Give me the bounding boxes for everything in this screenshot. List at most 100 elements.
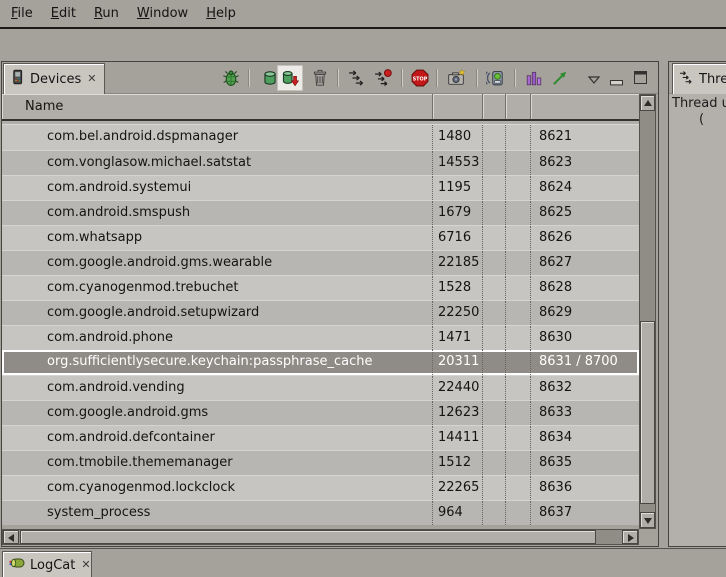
toolbar-separator xyxy=(401,69,402,87)
column-divider[interactable] xyxy=(482,94,483,119)
table-row[interactable]: com.cyanogenmod.lockclock 22265 8636 xyxy=(2,475,639,500)
tab-devices[interactable]: Devices ✕ xyxy=(3,63,105,94)
table-row[interactable]: com.android.phone 1471 8630 xyxy=(2,325,639,350)
table-row[interactable]: com.tmobile.thememanager 1512 8635 xyxy=(2,450,639,475)
process-status-cell xyxy=(505,176,530,200)
devices-panel: Devices ✕ xyxy=(1,61,659,547)
tab-devices-label: Devices xyxy=(30,72,81,87)
process-port: 8630 xyxy=(530,326,639,350)
tab-logcat-close-icon[interactable]: ✕ xyxy=(81,559,90,571)
tab-logcat[interactable]: LogCat ✕ xyxy=(2,551,92,577)
start-method-profiling-icon[interactable] xyxy=(374,69,392,87)
table-row[interactable]: com.android.vending 22440 8632 xyxy=(2,375,639,400)
process-status-cell xyxy=(482,401,505,425)
menu-bar: FileEditRunWindowHelp xyxy=(0,0,726,27)
scroll-left-button[interactable] xyxy=(3,530,19,544)
table-row[interactable]: com.android.defcontainer 14411 8634 xyxy=(2,425,639,450)
column-divider[interactable] xyxy=(432,94,433,119)
process-port: 8621 xyxy=(530,125,639,150)
stop-process-icon[interactable]: STOP xyxy=(411,69,429,87)
process-pid: 1512 xyxy=(432,451,482,475)
column-divider[interactable] xyxy=(530,94,531,119)
menu-item-file[interactable]: File xyxy=(2,0,42,27)
minimize-icon[interactable] xyxy=(610,75,623,90)
process-name: com.tmobile.thememanager xyxy=(2,451,432,475)
cause-gc-icon[interactable] xyxy=(311,69,329,87)
process-status-cell xyxy=(482,226,505,250)
toolbar-separator xyxy=(337,69,338,87)
process-port: 8626 xyxy=(530,226,639,250)
table-row[interactable]: com.whatsapp 6716 8626 xyxy=(2,225,639,250)
process-status-cell xyxy=(482,151,505,175)
table-row[interactable]: com.google.android.setupwizard 22250 862… xyxy=(2,300,639,325)
process-port: 8632 xyxy=(530,376,639,400)
threads-message-line2: ( xyxy=(699,112,726,128)
horizontal-scroll-thumb[interactable] xyxy=(20,530,596,544)
toolbar-separator xyxy=(436,69,437,87)
update-threads-icon[interactable] xyxy=(348,69,366,87)
column-header-name[interactable]: Name xyxy=(2,94,639,121)
process-status-cell xyxy=(505,350,530,375)
process-status-cell xyxy=(505,326,530,350)
process-pid: 1195 xyxy=(432,176,482,200)
process-status-cell xyxy=(482,201,505,225)
process-pid: 6716 xyxy=(432,226,482,250)
maximize-icon[interactable] xyxy=(634,71,647,88)
table-row[interactable]: org.sufficientlysecure.keychain:passphra… xyxy=(2,350,639,375)
process-pid: 964 xyxy=(432,501,482,525)
column-divider[interactable] xyxy=(505,94,506,119)
scroll-up-button[interactable] xyxy=(640,95,655,111)
process-status-cell xyxy=(482,501,505,525)
process-status-cell xyxy=(482,350,505,375)
table-row[interactable]: com.bel.android.dspmanager 1480 8621 xyxy=(2,125,639,150)
table-row[interactable]: com.google.android.gms.wearable 22185 86… xyxy=(2,250,639,275)
opengl-trace-icon[interactable] xyxy=(551,69,569,87)
process-name: com.vonglasow.michael.satstat xyxy=(2,151,432,175)
process-status-cell xyxy=(482,426,505,450)
process-port: 8623 xyxy=(530,151,639,175)
bottom-tabstrip: LogCat ✕ xyxy=(0,548,726,577)
process-port: 8631 / 8700 xyxy=(530,350,639,375)
process-status-cell xyxy=(482,451,505,475)
menu-item-edit[interactable]: Edit xyxy=(42,0,85,27)
screen-capture-icon[interactable] xyxy=(447,69,465,87)
view-menu-icon[interactable] xyxy=(588,73,600,88)
horizontal-scrollbar[interactable] xyxy=(2,529,639,545)
process-name: com.google.android.setupwizard xyxy=(2,301,432,325)
toolbar-separator xyxy=(514,69,515,87)
process-name: com.android.defcontainer xyxy=(2,426,432,450)
table-row[interactable]: com.android.smspush 1679 8625 xyxy=(2,200,639,225)
tab-devices-close-icon[interactable]: ✕ xyxy=(87,73,96,85)
table-row[interactable]: com.cyanogenmod.trebuchet 1528 8628 xyxy=(2,275,639,300)
debug-process-icon[interactable] xyxy=(222,69,240,87)
scroll-right-button[interactable] xyxy=(622,530,638,544)
ui-automator-icon[interactable] xyxy=(486,69,504,87)
vertical-scroll-thumb[interactable] xyxy=(640,321,655,504)
process-status-cell xyxy=(505,201,530,225)
tab-logcat-label: LogCat xyxy=(30,558,75,573)
process-status-cell xyxy=(505,476,530,500)
process-name: com.bel.android.dspmanager xyxy=(2,125,432,150)
process-status-cell xyxy=(505,376,530,400)
threads-tabstrip: Threads xyxy=(669,62,726,94)
process-port: 8635 xyxy=(530,451,639,475)
system-info-icon[interactable] xyxy=(525,69,543,87)
table-row[interactable]: system_process 964 8637 xyxy=(2,500,639,525)
threads-panel: Threads Thread up ( xyxy=(668,61,726,547)
menu-item-help[interactable]: Help xyxy=(197,0,245,27)
table-row[interactable]: com.vonglasow.michael.satstat 14553 8623 xyxy=(2,150,639,175)
dump-hprof-icon[interactable] xyxy=(281,69,299,87)
scroll-down-button[interactable] xyxy=(640,512,655,528)
tab-threads[interactable]: Threads xyxy=(672,63,726,94)
table-row[interactable]: com.android.systemui 1195 8624 xyxy=(2,175,639,200)
column-header-name-label: Name xyxy=(25,94,63,119)
process-status-cell xyxy=(482,301,505,325)
process-name: system_process xyxy=(2,501,432,525)
vertical-scrollbar[interactable] xyxy=(639,94,656,529)
threads-message-line1: Thread up xyxy=(672,96,726,112)
table-row[interactable]: com.google.android.gms 12623 8633 xyxy=(2,400,639,425)
process-port: 8629 xyxy=(530,301,639,325)
menu-item-window[interactable]: Window xyxy=(128,0,197,27)
process-pid: 20311 xyxy=(432,350,482,375)
menu-item-run[interactable]: Run xyxy=(85,0,128,27)
